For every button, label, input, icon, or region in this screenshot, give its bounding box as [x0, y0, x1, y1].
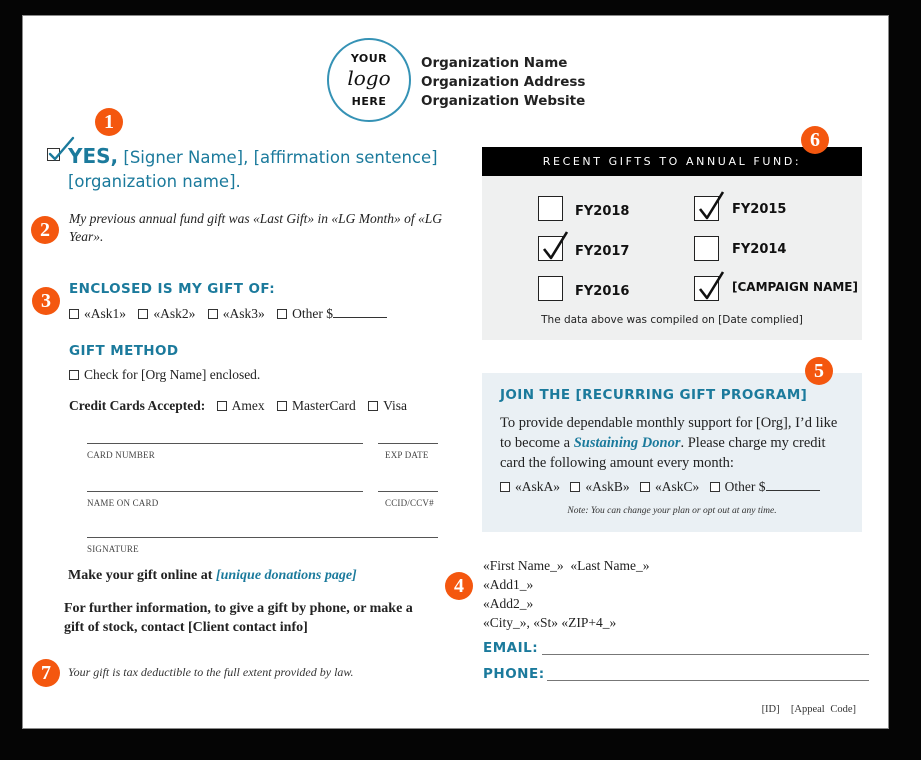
checkmark-icon	[698, 271, 725, 300]
name-on-card-label: NAME ON CARD	[87, 498, 159, 508]
tax-deductible-note: Your gift is tax deductible to the full …	[68, 665, 354, 679]
compiled-date-note: The data above was compiled on [Date com…	[541, 314, 803, 326]
monthly-option-askC[interactable]: «AskC»	[640, 479, 699, 494]
checkbox[interactable]	[500, 482, 510, 492]
gift-method-heading: GIFT METHOD	[69, 343, 179, 359]
callout-badge-7: 7	[32, 659, 60, 687]
recent-gift-label-fy2016: FY2016	[575, 284, 630, 299]
card-option-mastercard[interactable]: MasterCard	[276, 398, 356, 413]
credit-cards-label: Credit Cards Accepted:	[69, 398, 206, 413]
yes-label: YES,	[68, 144, 119, 168]
phone-field[interactable]	[547, 680, 869, 681]
monthly-option-other[interactable]: Other $	[709, 479, 820, 494]
further-info: For further information, to give a gift …	[64, 601, 413, 635]
checkmark-icon	[698, 191, 725, 220]
checkbox[interactable]	[570, 482, 581, 492]
card-number-label: CARD NUMBER	[87, 450, 155, 460]
exp-date-label: EXP DATE	[385, 450, 429, 460]
address-line-1: «Add1_»	[483, 577, 534, 592]
recent-gifts-header: RECENT GIFTS TO ANNUAL FUND:	[482, 147, 862, 176]
online-gift-line: Make your gift online at [unique donatio…	[68, 568, 357, 583]
recent-gift-checkbox-fy2016[interactable]	[538, 276, 563, 301]
monthly-other-amount-field[interactable]	[765, 490, 820, 491]
gift-option-other[interactable]: Other $	[277, 306, 388, 321]
recent-gift-label-fy2014: FY2014	[732, 242, 787, 257]
monthly-amount-options: «AskA» «AskB» «AskC» Other $	[500, 479, 820, 495]
donor-name: «First Name_» «Last Name_»	[483, 558, 650, 573]
recent-gift-label-fy2018: FY2018	[575, 204, 630, 219]
recent-gifts-panel: The data above was compiled on [Date com…	[482, 176, 862, 340]
email-field[interactable]	[542, 654, 869, 655]
check-option[interactable]: Check for [Org Name] enclosed.	[69, 367, 260, 383]
checkbox[interactable]	[69, 370, 79, 380]
donations-page-link[interactable]: [unique donations page]	[216, 568, 357, 583]
checkbox[interactable]	[216, 401, 227, 411]
card-number-field[interactable]	[87, 443, 363, 444]
donor-address-block: «First Name_» «Last Name_» «Add1_» «Add2…	[483, 556, 649, 632]
ccv-label: CCID/CCV#	[385, 498, 434, 508]
email-label: EMAIL:	[483, 640, 539, 656]
checkbox[interactable]	[277, 309, 288, 319]
appeal-codes: [ID] [Appeal Code]	[761, 704, 856, 715]
organization-address: Organization Address	[421, 74, 586, 90]
checkbox[interactable]	[138, 309, 149, 319]
callout-badge-1: 1	[95, 108, 123, 136]
recent-gift-checkbox-fy2017[interactable]	[538, 231, 569, 261]
recent-gift-label-fy2017: FY2017	[575, 244, 630, 259]
monthly-option-askB[interactable]: «AskB»	[570, 479, 630, 494]
organization-name: Organization Name	[421, 55, 568, 71]
organization-website: Organization Website	[421, 93, 586, 109]
signature-field[interactable]	[87, 537, 438, 538]
callout-badge-3: 3	[32, 287, 60, 315]
logo-line-3: HERE	[351, 95, 387, 108]
other-amount-field[interactable]	[333, 317, 388, 318]
card-option-visa[interactable]: Visa	[368, 398, 407, 413]
gift-option-ask2[interactable]: «Ask2»	[138, 306, 195, 321]
enclosed-heading: ENCLOSED IS MY GIFT OF:	[69, 281, 276, 297]
recent-gift-label-campaign-name: [CAMPAIGN NAME]	[732, 280, 858, 294]
checkbox[interactable]	[640, 482, 651, 492]
gift-option-ask1[interactable]: «Ask1»	[69, 306, 126, 321]
logo-line-2: logo	[347, 66, 391, 90]
recurring-heading: JOIN THE [RECURRING GIFT PROGRAM]	[500, 387, 808, 403]
recent-gift-checkbox-campaign-name[interactable]	[694, 271, 725, 301]
logo-placeholder: YOUR logo HERE	[327, 38, 411, 122]
checkbox[interactable]	[207, 309, 218, 319]
gift-option-ask3[interactable]: «Ask3»	[207, 306, 265, 321]
callout-badge-6: 6	[801, 126, 829, 154]
name-on-card-field[interactable]	[87, 491, 363, 492]
ccv-field[interactable]	[378, 491, 438, 492]
checkbox[interactable]	[276, 401, 287, 411]
gift-amount-options: «Ask1» «Ask2» «Ask3» Other $	[69, 306, 396, 322]
sustaining-donor-emphasis: Sustaining Donor	[573, 435, 681, 451]
card-option-amex[interactable]: Amex	[216, 398, 265, 413]
signature-label: SIGNATURE	[87, 544, 139, 554]
affirmation-text: [Signer Name], [affirmation sentence] [o…	[68, 148, 438, 191]
reply-card: YOUR logo HERE Organization Name Organiz…	[22, 15, 889, 729]
recent-gift-label-fy2015: FY2015	[732, 202, 787, 217]
monthly-option-askA[interactable]: «AskA»	[500, 479, 560, 494]
callout-badge-4: 4	[445, 572, 473, 600]
recent-gift-checkbox-fy2014[interactable]	[694, 236, 719, 261]
phone-label: PHONE:	[483, 666, 545, 682]
affirmation-statement: YES, [Signer Name], [affirmation sentenc…	[68, 144, 448, 194]
checkbox[interactable]	[69, 309, 79, 319]
credit-cards-row: Credit Cards Accepted: Amex MasterCard V…	[69, 398, 416, 414]
logo-line-1: YOUR	[350, 52, 388, 65]
checkbox[interactable]	[709, 482, 720, 492]
recent-gift-checkbox-fy2018[interactable]	[538, 196, 563, 221]
recurring-gift-panel: JOIN THE [RECURRING GIFT PROGRAM] To pro…	[482, 373, 862, 532]
recurring-note: Note: You can change your plan or opt ou…	[567, 506, 777, 516]
checkmark-icon	[542, 231, 569, 260]
exp-date-field[interactable]	[378, 443, 438, 444]
recurring-description: To provide dependable monthly support fo…	[500, 415, 838, 471]
callout-badge-2: 2	[31, 216, 59, 244]
recent-gift-checkbox-fy2015[interactable]	[694, 191, 725, 221]
organization-info: Organization Name Organization Address O…	[421, 54, 585, 111]
checkbox[interactable]	[368, 401, 379, 411]
address-line-2: «Add2_»	[483, 596, 534, 611]
city-state-zip: «City_», «St» «ZIP+4_»	[483, 615, 617, 630]
callout-badge-5: 5	[805, 357, 833, 385]
previous-gift-note: My previous annual fund gift was «Last G…	[69, 211, 443, 244]
